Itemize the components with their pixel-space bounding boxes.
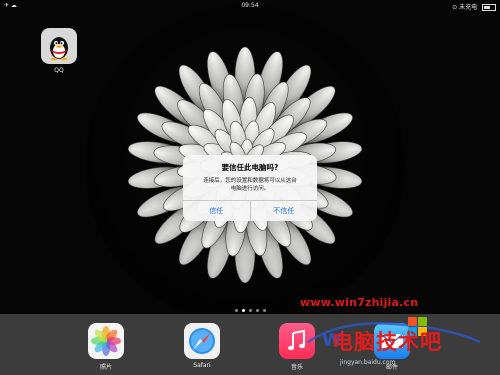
alert-message-line2: 电脑进行访问。 [230, 186, 270, 192]
safari-icon [184, 323, 220, 359]
page-dot [248, 309, 252, 312]
trust-button[interactable]: 信任 [183, 201, 250, 221]
trust-computer-alert: 要信任此电脑吗? 连接后，您的设置和数据将可以从这台 电脑进行访问。 信任 不信… [183, 155, 317, 221]
alert-buttons: 信任 不信任 [183, 200, 317, 221]
page-dot [262, 309, 266, 312]
app-label: 音乐 [290, 364, 303, 371]
watermark-big-text: 电脑技术吧 [332, 330, 442, 354]
battery-icon [482, 4, 496, 11]
dock-app-safari[interactable]: Safari [182, 323, 222, 369]
dont-trust-button[interactable]: 不信任 [249, 201, 318, 221]
page-dot [255, 309, 259, 312]
photos-icon [88, 323, 124, 359]
battery-label: ⊙ 未充电 [452, 4, 478, 11]
dock-app-photos[interactable]: 照片 [86, 323, 126, 371]
qq-penguin-icon [41, 28, 77, 64]
app-label: 照片 [99, 364, 112, 371]
status-time: 09:54 [241, 2, 259, 9]
app-label: Safari [193, 362, 211, 369]
app-label: QQ [54, 67, 64, 74]
alert-message-line1: 连接后，您的设置和数据将可以从这台 [203, 178, 297, 184]
alert-message: 连接后，您的设置和数据将可以从这台 电脑进行访问。 [197, 177, 303, 193]
alert-title: 要信任此电脑吗? [221, 163, 279, 172]
app-qq[interactable]: QQ [39, 28, 79, 74]
page-dot-active [241, 309, 245, 312]
watermark-url: www.win7zhijia.cn [300, 296, 419, 309]
page-dot [234, 309, 238, 312]
battery-status: ⊙ 未充电 [452, 2, 496, 11]
watermark-sub-text: jingyan.baidu.com [340, 359, 396, 366]
status-bar: ✈ ☁ 09:54 ⊙ 未充电 [0, 0, 500, 12]
